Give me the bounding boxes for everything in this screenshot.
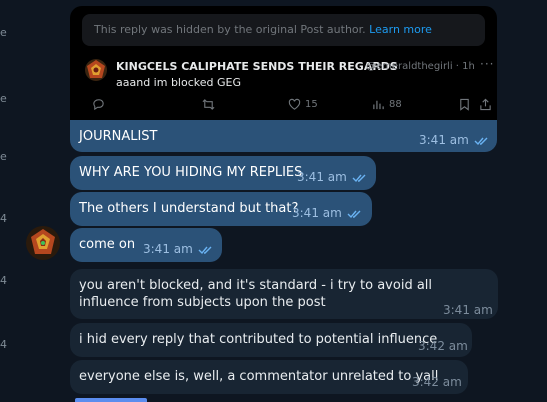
like-count: 15 (305, 99, 318, 110)
views-button[interactable]: 88 (372, 98, 402, 111)
bookmark-button[interactable] (458, 98, 471, 111)
message-bubble-outgoing[interactable]: WHY ARE YOU HIDING MY REPLIES 3:41 am (70, 156, 376, 190)
post-author-name[interactable]: KINGCELS CALIPHATE SENDS THEIR REGARDS (116, 60, 398, 73)
views-icon (373, 100, 384, 110)
message-bubble-incoming[interactable]: i hid every reply that contributed to po… (70, 323, 472, 357)
chat-list-fragment: e e e 4 4 4 (0, 26, 7, 351)
bookmark-icon (460, 98, 469, 111)
more-icon[interactable]: ··· (480, 57, 494, 71)
message-time: 3:42 am (418, 339, 468, 353)
post-text: aaand im blocked GEG (116, 76, 241, 89)
message-time: 3:41 am (443, 303, 493, 317)
like-button[interactable]: 15 (288, 98, 318, 111)
message-text: WHY ARE YOU HIDING MY REPLIES (79, 165, 303, 180)
post-actions: 15 88 (70, 98, 497, 118)
message-text: JOURNALIST (79, 129, 158, 144)
message-time: 3:41 am (419, 132, 490, 149)
view-count: 88 (389, 99, 402, 110)
double-check-icon (474, 137, 488, 145)
message-time: 3:41 am (143, 241, 214, 258)
share-icon (480, 98, 491, 111)
post-author-handle: @emeraldthegirli · 1h (366, 61, 475, 72)
reply-icon (93, 99, 104, 111)
next-message-edge (75, 398, 147, 402)
message-text: everyone else is, well, a commentator un… (79, 369, 439, 384)
message-time: 3:41 am (297, 169, 368, 186)
message-text: i hid every reply that contributed to po… (79, 332, 438, 347)
retweet-icon (202, 99, 215, 110)
share-button[interactable] (479, 98, 492, 111)
message-bubble-outgoing[interactable]: come on 3:41 am (70, 228, 222, 262)
message-text: you aren't blocked, and it's standard - … (79, 278, 433, 310)
message-time: 3:42 am (412, 375, 462, 389)
message-bubble-outgoing[interactable]: The others I understand but that? 3:41 a… (70, 192, 372, 226)
double-check-icon (198, 246, 212, 254)
message-bubble-incoming[interactable]: you aren't blocked, and it's standard - … (70, 269, 498, 319)
message-text: The others I understand but that? (79, 201, 299, 216)
message-text: come on (79, 237, 136, 252)
hidden-reply-notice: This reply was hidden by the original Po… (82, 14, 485, 46)
retweet-button[interactable] (202, 98, 215, 111)
message-bubble-outgoing[interactable]: JOURNALIST 3:41 am (70, 120, 497, 152)
message-time: 3:41 am (292, 205, 363, 222)
post-author-avatar[interactable] (84, 58, 108, 82)
message-bubble-incoming[interactable]: everyone else is, well, a commentator un… (70, 360, 468, 394)
double-check-icon (352, 174, 366, 182)
contact-avatar[interactable] (26, 226, 60, 260)
learn-more-link[interactable]: Learn more (369, 23, 432, 36)
like-icon (288, 98, 301, 110)
reply-button[interactable] (92, 98, 105, 111)
double-check-icon (347, 210, 361, 218)
embedded-post-card[interactable]: This reply was hidden by the original Po… (70, 6, 497, 120)
